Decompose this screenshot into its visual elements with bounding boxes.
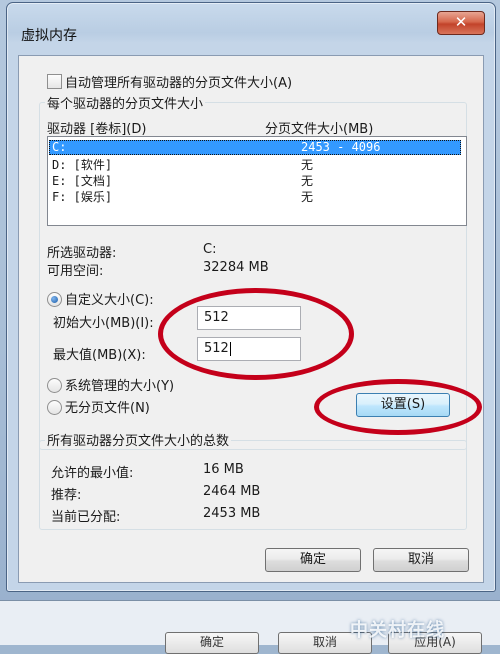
selected-drive-label: 所选驱动器:: [47, 246, 117, 261]
watermark-logo: 中关村在线: [350, 620, 445, 641]
max-size-label: 最大值(MB)(X):: [53, 348, 146, 363]
recommended-value: 2464 MB: [203, 484, 261, 499]
max-size-input[interactable]: 512: [197, 337, 301, 361]
free-space-value: 32284 MB: [203, 260, 269, 275]
dialog-client-area: 自动管理所有驱动器的分页文件大小(A) 每个驱动器的分页文件大小 驱动器 [卷标…: [18, 55, 484, 583]
no-paging-radio[interactable]: [47, 400, 62, 415]
auto-manage-checkbox[interactable]: [47, 74, 62, 89]
totals-group-label: 所有驱动器分页文件大小的总数: [45, 430, 232, 449]
list-item[interactable]: E: [文档] 无: [49, 172, 461, 188]
close-button[interactable]: ✕: [437, 11, 485, 35]
close-icon: ✕: [454, 13, 468, 31]
initial-size-input[interactable]: 512: [197, 306, 301, 330]
system-managed-label[interactable]: 系统管理的大小(Y): [65, 375, 174, 394]
column-header-drive: 驱动器 [卷标](D): [47, 122, 147, 137]
selected-drive-value: C:: [203, 242, 217, 257]
custom-size-radio[interactable]: [47, 292, 62, 307]
custom-size-label[interactable]: 自定义大小(C):: [65, 289, 154, 308]
allocated-label: 当前已分配:: [51, 510, 121, 525]
allocated-value: 2453 MB: [203, 506, 261, 521]
list-item[interactable]: F: [娱乐] 无: [49, 188, 461, 204]
system-managed-radio[interactable]: [47, 378, 62, 393]
ok-button[interactable]: 确定: [265, 548, 361, 572]
auto-manage-label[interactable]: 自动管理所有驱动器的分页文件大小(A): [65, 72, 292, 91]
drives-group-label: 每个驱动器的分页文件大小: [45, 93, 206, 112]
cancel-button[interactable]: 取消: [373, 548, 469, 572]
background-ok-button[interactable]: 确定: [165, 632, 259, 654]
set-button[interactable]: 设置(S): [356, 393, 450, 417]
virtual-memory-dialog: 虚拟内存 ✕ 自动管理所有驱动器的分页文件大小(A) 每个驱动器的分页文件大小 …: [6, 2, 496, 592]
column-header-size: 分页文件大小(MB): [265, 122, 374, 137]
free-space-label: 可用空间:: [47, 264, 104, 279]
min-size-label: 允许的最小值:: [51, 466, 134, 481]
dialog-title: 虚拟内存: [21, 28, 77, 44]
min-size-value: 16 MB: [203, 462, 244, 477]
text-caret: [229, 341, 231, 356]
no-paging-label[interactable]: 无分页文件(N): [65, 397, 150, 416]
recommended-label: 推荐:: [51, 488, 82, 503]
list-item[interactable]: D: [软件] 无: [49, 156, 461, 172]
drives-listbox[interactable]: C: 2453 - 4096 D: [软件] 无 E: [文档] 无 F: [娱…: [47, 136, 467, 226]
initial-size-label: 初始大小(MB)(I):: [53, 316, 154, 331]
list-item[interactable]: C: 2453 - 4096: [49, 140, 461, 155]
